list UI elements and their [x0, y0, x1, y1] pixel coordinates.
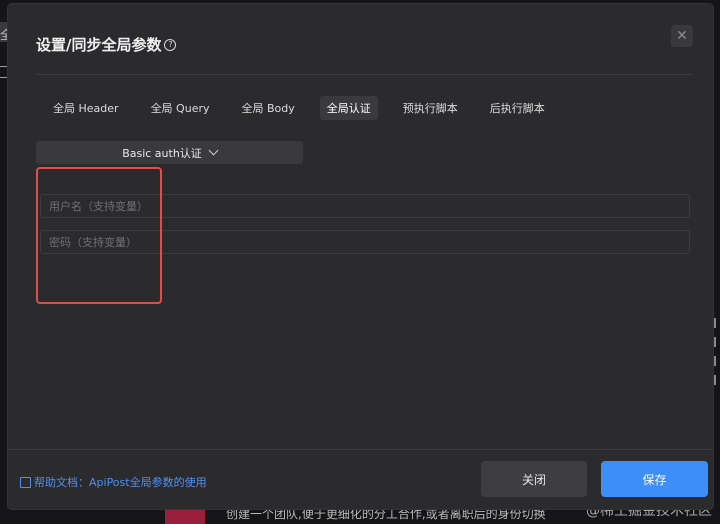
- close-button[interactable]: 关闭: [481, 461, 587, 497]
- tab-post-script[interactable]: 后执行脚本: [483, 96, 552, 120]
- auth-type-select[interactable]: Basic auth认证: [36, 141, 303, 164]
- help-icon[interactable]: ?: [164, 38, 177, 51]
- document-icon: [20, 476, 31, 488]
- title-divider: [36, 74, 693, 75]
- tab-global-auth[interactable]: 全局认证: [319, 96, 378, 120]
- close-icon[interactable]: ✕: [671, 25, 693, 47]
- help-doc-link-text: 帮助文档：ApiPost全局参数的使用: [34, 476, 207, 489]
- global-params-dialog: 设置/同步全局参数 ? ✕ 全局 Header 全局 Query 全局 Body…: [8, 4, 713, 509]
- background-scroll-marks: [714, 318, 720, 394]
- tab-pre-script[interactable]: 预执行脚本: [396, 96, 465, 120]
- annotation-highlight-box: [36, 167, 162, 304]
- dialog-title-text: 设置/同步全局参数: [36, 36, 162, 54]
- footer-divider: [8, 449, 713, 450]
- chevron-down-icon: [208, 145, 219, 156]
- tab-bar: 全局 Header 全局 Query 全局 Body 全局认证 预执行脚本 后执…: [46, 96, 570, 120]
- auth-type-value: Basic auth认证: [122, 146, 202, 160]
- tab-global-query[interactable]: 全局 Query: [144, 96, 217, 120]
- tab-global-header[interactable]: 全局 Header: [46, 96, 126, 120]
- save-button[interactable]: 保存: [601, 461, 708, 497]
- help-doc-link[interactable]: 帮助文档：ApiPost全局参数的使用: [20, 474, 207, 490]
- tab-global-body[interactable]: 全局 Body: [235, 96, 302, 120]
- dialog-title: 设置/同步全局参数 ?: [36, 34, 177, 55]
